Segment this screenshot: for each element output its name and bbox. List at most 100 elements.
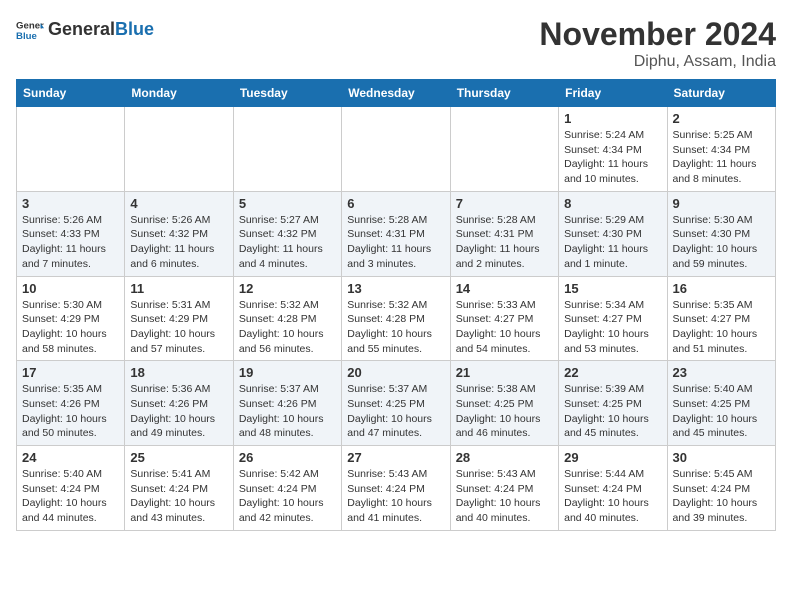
calendar-cell — [342, 107, 450, 192]
calendar-week-row: 10Sunrise: 5:30 AM Sunset: 4:29 PM Dayli… — [17, 276, 776, 361]
day-info: Sunrise: 5:26 AM Sunset: 4:33 PM Dayligh… — [22, 213, 119, 272]
day-number: 2 — [673, 111, 770, 126]
weekday-header: Sunday — [17, 80, 125, 107]
day-info: Sunrise: 5:43 AM Sunset: 4:24 PM Dayligh… — [456, 467, 553, 526]
calendar-cell: 9 Sunrise: 5:30 AM Sunset: 4:30 PM Daylig… — [667, 191, 775, 276]
calendar-cell: 15 Sunrise: 5:34 AM Sunset: 4:27 PM Dayli… — [559, 276, 667, 361]
day-number: 9 — [673, 196, 770, 211]
calendar-cell: 13 Sunrise: 5:32 AM Sunset: 4:28 PM Dayli… — [342, 276, 450, 361]
day-number: 4 — [130, 196, 227, 211]
day-number: 16 — [673, 281, 770, 296]
day-info: Sunrise: 5:35 AM Sunset: 4:26 PM Dayligh… — [22, 382, 119, 441]
day-number: 12 — [239, 281, 336, 296]
day-info: Sunrise: 5:34 AM Sunset: 4:27 PM Dayligh… — [564, 298, 661, 357]
calendar-cell — [233, 107, 341, 192]
calendar-week-row: 3 Sunrise: 5:26 AM Sunset: 4:33 PM Daylig… — [17, 191, 776, 276]
calendar-cell — [125, 107, 233, 192]
calendar-cell: 16 Sunrise: 5:35 AM Sunset: 4:27 PM Dayli… — [667, 276, 775, 361]
weekday-header: Saturday — [667, 80, 775, 107]
day-number: 27 — [347, 450, 444, 465]
day-info: Sunrise: 5:24 AM Sunset: 4:34 PM Dayligh… — [564, 128, 661, 187]
day-info: Sunrise: 5:41 AM Sunset: 4:24 PM Dayligh… — [130, 467, 227, 526]
day-number: 29 — [564, 450, 661, 465]
day-info: Sunrise: 5:31 AM Sunset: 4:29 PM Dayligh… — [130, 298, 227, 357]
calendar-cell: 21 Sunrise: 5:38 AM Sunset: 4:25 PM Dayli… — [450, 361, 558, 446]
day-info: Sunrise: 5:29 AM Sunset: 4:30 PM Dayligh… — [564, 213, 661, 272]
day-info: Sunrise: 5:30 AM Sunset: 4:30 PM Dayligh… — [673, 213, 770, 272]
day-number: 15 — [564, 281, 661, 296]
logo-blue-text: Blue — [115, 19, 154, 39]
day-info: Sunrise: 5:25 AM Sunset: 4:34 PM Dayligh… — [673, 128, 770, 187]
day-number: 18 — [130, 365, 227, 380]
logo-icon: General Blue — [16, 16, 44, 44]
calendar-cell: 4 Sunrise: 5:26 AM Sunset: 4:32 PM Daylig… — [125, 191, 233, 276]
location: Diphu, Assam, India — [539, 53, 776, 71]
day-number: 11 — [130, 281, 227, 296]
day-number: 6 — [347, 196, 444, 211]
day-number: 3 — [22, 196, 119, 211]
day-number: 14 — [456, 281, 553, 296]
calendar-cell: 8 Sunrise: 5:29 AM Sunset: 4:30 PM Daylig… — [559, 191, 667, 276]
calendar-cell — [17, 107, 125, 192]
weekday-header: Monday — [125, 80, 233, 107]
calendar-cell: 6 Sunrise: 5:28 AM Sunset: 4:31 PM Daylig… — [342, 191, 450, 276]
calendar-week-row: 1 Sunrise: 5:24 AM Sunset: 4:34 PM Daylig… — [17, 107, 776, 192]
calendar-cell: 14 Sunrise: 5:33 AM Sunset: 4:27 PM Dayli… — [450, 276, 558, 361]
day-number: 17 — [22, 365, 119, 380]
calendar-cell: 2 Sunrise: 5:25 AM Sunset: 4:34 PM Daylig… — [667, 107, 775, 192]
day-info: Sunrise: 5:45 AM Sunset: 4:24 PM Dayligh… — [673, 467, 770, 526]
day-info: Sunrise: 5:38 AM Sunset: 4:25 PM Dayligh… — [456, 382, 553, 441]
weekday-header: Thursday — [450, 80, 558, 107]
day-number: 23 — [673, 365, 770, 380]
day-number: 5 — [239, 196, 336, 211]
calendar-cell: 1 Sunrise: 5:24 AM Sunset: 4:34 PM Daylig… — [559, 107, 667, 192]
day-number: 13 — [347, 281, 444, 296]
day-number: 25 — [130, 450, 227, 465]
day-info: Sunrise: 5:37 AM Sunset: 4:25 PM Dayligh… — [347, 382, 444, 441]
month-title: November 2024 — [539, 16, 776, 53]
weekday-header: Friday — [559, 80, 667, 107]
page-header: General Blue GeneralBlue November 2024 D… — [16, 16, 776, 71]
day-number: 10 — [22, 281, 119, 296]
day-info: Sunrise: 5:33 AM Sunset: 4:27 PM Dayligh… — [456, 298, 553, 357]
day-info: Sunrise: 5:39 AM Sunset: 4:25 PM Dayligh… — [564, 382, 661, 441]
day-info: Sunrise: 5:37 AM Sunset: 4:26 PM Dayligh… — [239, 382, 336, 441]
day-number: 22 — [564, 365, 661, 380]
calendar-cell: 26 Sunrise: 5:42 AM Sunset: 4:24 PM Dayli… — [233, 446, 341, 531]
day-number: 28 — [456, 450, 553, 465]
calendar-cell: 24Sunrise: 5:40 AM Sunset: 4:24 PM Dayli… — [17, 446, 125, 531]
day-number: 1 — [564, 111, 661, 126]
calendar-cell: 18 Sunrise: 5:36 AM Sunset: 4:26 PM Dayli… — [125, 361, 233, 446]
calendar-cell: 29Sunrise: 5:44 AM Sunset: 4:24 PM Dayli… — [559, 446, 667, 531]
svg-text:General: General — [16, 20, 44, 31]
day-info: Sunrise: 5:35 AM Sunset: 4:27 PM Dayligh… — [673, 298, 770, 357]
day-number: 26 — [239, 450, 336, 465]
calendar-header-row: SundayMondayTuesdayWednesdayThursdayFrid… — [17, 80, 776, 107]
day-info: Sunrise: 5:32 AM Sunset: 4:28 PM Dayligh… — [347, 298, 444, 357]
title-block: November 2024 Diphu, Assam, India — [539, 16, 776, 71]
calendar-cell: 17 Sunrise: 5:35 AM Sunset: 4:26 PM Dayli… — [17, 361, 125, 446]
day-number: 8 — [564, 196, 661, 211]
day-info: Sunrise: 5:28 AM Sunset: 4:31 PM Dayligh… — [456, 213, 553, 272]
logo-general-text: General — [48, 19, 115, 39]
logo: General Blue GeneralBlue — [16, 16, 154, 44]
day-info: Sunrise: 5:28 AM Sunset: 4:31 PM Dayligh… — [347, 213, 444, 272]
calendar-cell: 19Sunrise: 5:37 AM Sunset: 4:26 PM Dayli… — [233, 361, 341, 446]
day-info: Sunrise: 5:26 AM Sunset: 4:32 PM Dayligh… — [130, 213, 227, 272]
day-info: Sunrise: 5:42 AM Sunset: 4:24 PM Dayligh… — [239, 467, 336, 526]
day-number: 7 — [456, 196, 553, 211]
day-info: Sunrise: 5:32 AM Sunset: 4:28 PM Dayligh… — [239, 298, 336, 357]
weekday-header: Wednesday — [342, 80, 450, 107]
day-info: Sunrise: 5:40 AM Sunset: 4:25 PM Dayligh… — [673, 382, 770, 441]
calendar-cell: 7 Sunrise: 5:28 AM Sunset: 4:31 PM Daylig… — [450, 191, 558, 276]
calendar-cell: 20 Sunrise: 5:37 AM Sunset: 4:25 PM Dayli… — [342, 361, 450, 446]
day-number: 20 — [347, 365, 444, 380]
day-info: Sunrise: 5:36 AM Sunset: 4:26 PM Dayligh… — [130, 382, 227, 441]
calendar-week-row: 24Sunrise: 5:40 AM Sunset: 4:24 PM Dayli… — [17, 446, 776, 531]
calendar-cell: 3 Sunrise: 5:26 AM Sunset: 4:33 PM Daylig… — [17, 191, 125, 276]
calendar-cell: 11 Sunrise: 5:31 AM Sunset: 4:29 PM Dayli… — [125, 276, 233, 361]
calendar-cell: 28 Sunrise: 5:43 AM Sunset: 4:24 PM Dayli… — [450, 446, 558, 531]
calendar-cell — [450, 107, 558, 192]
day-number: 21 — [456, 365, 553, 380]
calendar-cell: 27Sunrise: 5:43 AM Sunset: 4:24 PM Dayli… — [342, 446, 450, 531]
